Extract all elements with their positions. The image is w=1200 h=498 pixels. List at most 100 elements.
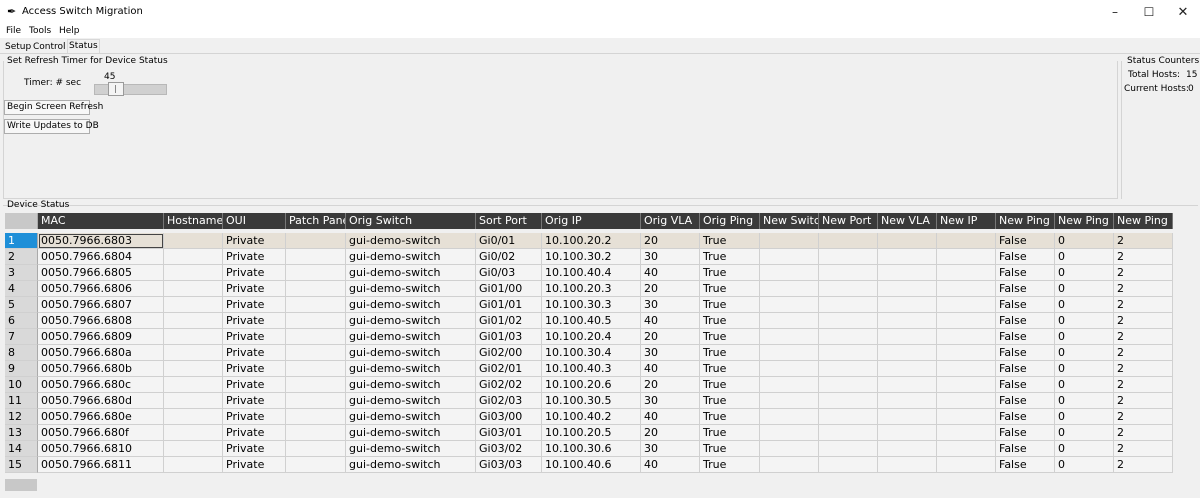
timer-slider-track[interactable] [94, 84, 167, 95]
table-cell[interactable]: 20 [641, 281, 700, 297]
table-cell[interactable]: Gi01/00 [476, 281, 542, 297]
table-cell[interactable] [760, 361, 819, 377]
table-cell[interactable]: Gi02/03 [476, 393, 542, 409]
row-index[interactable]: 9 [5, 361, 38, 377]
table-cell[interactable]: 10.100.40.5 [542, 313, 641, 329]
table-cell[interactable] [878, 249, 937, 265]
table-cell[interactable] [164, 297, 223, 313]
table-cell[interactable]: 40 [641, 313, 700, 329]
table-cell[interactable]: True [700, 441, 760, 457]
table-cell[interactable] [760, 441, 819, 457]
tab-setup[interactable]: Setup [4, 40, 32, 54]
table-cell[interactable] [760, 297, 819, 313]
table-cell[interactable]: 0 [1055, 425, 1114, 441]
maximize-button[interactable]: ☐ [1132, 0, 1166, 24]
column-header[interactable]: New Ping [1055, 213, 1114, 229]
table-cell[interactable]: 0050.7966.680b [38, 361, 164, 377]
table-cell[interactable]: Private [223, 281, 286, 297]
table-cell[interactable]: Private [223, 441, 286, 457]
table-cell[interactable]: gui-demo-switch [346, 265, 476, 281]
table-cell[interactable]: 0 [1055, 361, 1114, 377]
table-cell[interactable]: True [700, 249, 760, 265]
row-index[interactable]: 8 [5, 345, 38, 361]
table-cell[interactable] [819, 297, 878, 313]
column-header[interactable]: New VLA [878, 213, 937, 229]
table-cell[interactable] [819, 249, 878, 265]
table-cell[interactable] [819, 377, 878, 393]
column-header[interactable]: New Ping [1114, 213, 1173, 229]
table-cell[interactable]: True [700, 297, 760, 313]
column-header[interactable]: Hostname [164, 213, 223, 229]
table-cell[interactable]: 10.100.40.2 [542, 409, 641, 425]
table-cell[interactable] [164, 233, 223, 249]
table-cell[interactable]: gui-demo-switch [346, 377, 476, 393]
table-cell[interactable]: 30 [641, 441, 700, 457]
table-cell[interactable]: 10.100.40.4 [542, 265, 641, 281]
table-cell[interactable] [878, 441, 937, 457]
table-cell[interactable]: True [700, 345, 760, 361]
table-cell[interactable] [164, 313, 223, 329]
table-cell[interactable] [286, 457, 346, 473]
table-cell[interactable]: 20 [641, 233, 700, 249]
table-cell[interactable]: True [700, 281, 760, 297]
table-cell[interactable]: gui-demo-switch [346, 409, 476, 425]
column-header[interactable]: Orig Ping [700, 213, 760, 229]
table-cell[interactable]: 20 [641, 377, 700, 393]
row-index[interactable]: 10 [5, 377, 38, 393]
table-cell[interactable]: 30 [641, 249, 700, 265]
table-cell[interactable]: gui-demo-switch [346, 393, 476, 409]
table-row[interactable]: 9 0050.7966.680b Private gui-demo-switch Gi0… [5, 361, 1173, 377]
table-cell[interactable]: True [700, 313, 760, 329]
table-cell[interactable]: gui-demo-switch [346, 233, 476, 249]
table-cell[interactable]: Gi02/01 [476, 361, 542, 377]
table-cell[interactable]: True [700, 409, 760, 425]
table-cell[interactable]: True [700, 377, 760, 393]
table-row[interactable]: 14 0050.7966.6810 Private gui-demo-switch Gi… [5, 441, 1173, 457]
table-cell[interactable] [286, 441, 346, 457]
table-cell[interactable]: False [996, 457, 1055, 473]
table-cell[interactable]: 2 [1114, 249, 1173, 265]
table-cell[interactable] [937, 281, 996, 297]
tab-status[interactable]: Status [67, 39, 100, 54]
table-cell[interactable] [286, 297, 346, 313]
table-cell[interactable] [164, 377, 223, 393]
table-cell[interactable]: 0 [1055, 233, 1114, 249]
row-index[interactable]: 11 [5, 393, 38, 409]
table-cell[interactable] [286, 425, 346, 441]
table-row[interactable]: 1 0050.7966.6803 Private gui-demo-switch Gi0… [5, 233, 1173, 249]
table-cell[interactable]: 20 [641, 425, 700, 441]
table-cell[interactable] [937, 249, 996, 265]
table-cell[interactable] [937, 361, 996, 377]
table-cell[interactable] [878, 345, 937, 361]
row-index[interactable]: 12 [5, 409, 38, 425]
table-cell[interactable] [760, 249, 819, 265]
table-cell[interactable] [937, 425, 996, 441]
table-cell[interactable]: False [996, 441, 1055, 457]
table-row[interactable]: 2 0050.7966.6804 Private gui-demo-switch Gi0… [5, 249, 1173, 265]
table-cell[interactable] [760, 377, 819, 393]
column-header[interactable]: MAC [38, 213, 164, 229]
table-cell[interactable]: 0 [1055, 265, 1114, 281]
table-cell[interactable]: 2 [1114, 409, 1173, 425]
table-cell[interactable] [286, 233, 346, 249]
column-header[interactable]: New Switc [760, 213, 819, 229]
table-cell[interactable]: 0 [1055, 457, 1114, 473]
table-cell[interactable]: 0050.7966.6807 [38, 297, 164, 313]
table-cell[interactable]: 10.100.20.2 [542, 233, 641, 249]
table-cell[interactable] [819, 329, 878, 345]
table-cell[interactable]: gui-demo-switch [346, 361, 476, 377]
table-cell[interactable]: 0050.7966.6809 [38, 329, 164, 345]
table-cell[interactable] [164, 425, 223, 441]
row-index[interactable]: 13 [5, 425, 38, 441]
table-cell[interactable] [937, 409, 996, 425]
table-cell[interactable] [819, 313, 878, 329]
table-cell[interactable]: gui-demo-switch [346, 425, 476, 441]
column-header[interactable]: Sort Port [476, 213, 542, 229]
table-cell[interactable]: Gi01/02 [476, 313, 542, 329]
table-row[interactable]: 15 0050.7966.6811 Private gui-demo-switch Gi… [5, 457, 1173, 473]
table-cell[interactable]: 0 [1055, 313, 1114, 329]
table-cell[interactable]: 0 [1055, 393, 1114, 409]
table-cell[interactable]: 0 [1055, 249, 1114, 265]
table-cell[interactable] [819, 441, 878, 457]
table-cell[interactable] [760, 345, 819, 361]
